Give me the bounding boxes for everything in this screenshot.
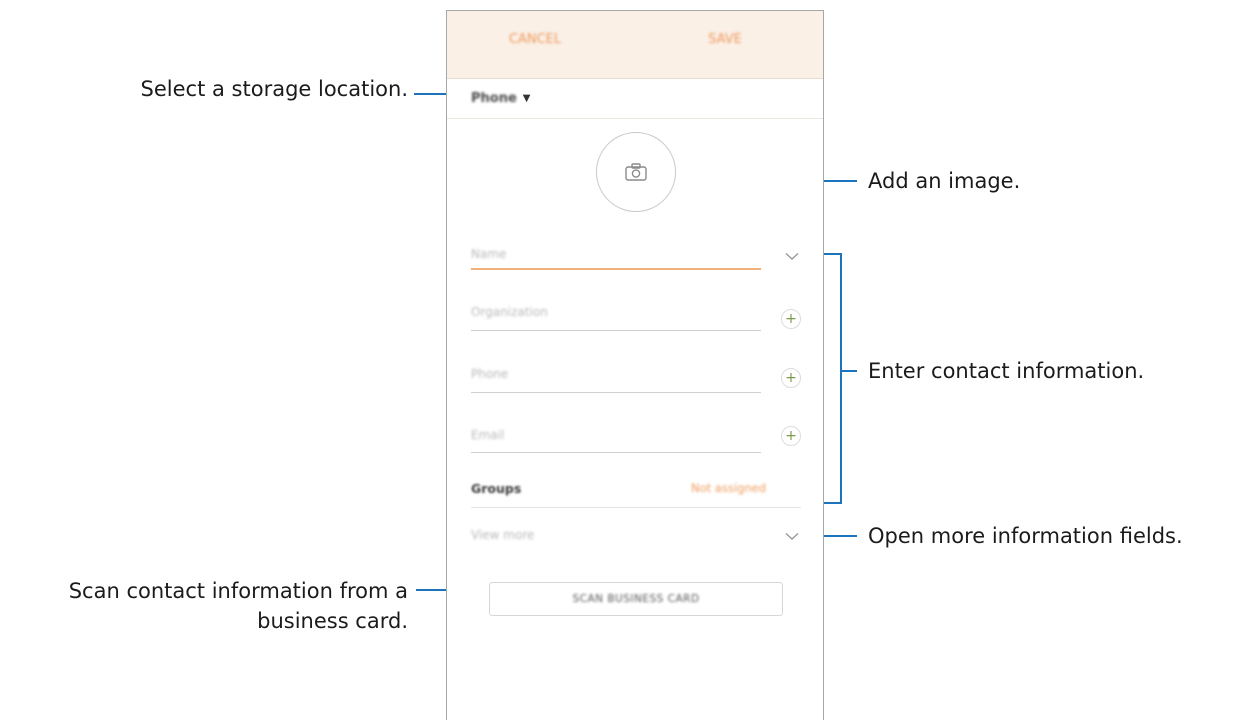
add-phone-plus-icon[interactable]: + <box>781 368 801 388</box>
callout-scan-line1: Scan contact information from a <box>68 579 408 603</box>
add-organization-plus-icon[interactable]: + <box>781 309 801 329</box>
phone-field-underline <box>471 392 761 393</box>
phone-screen: CANCEL SAVE Phone ▼ Name Organization + … <box>446 10 824 720</box>
callout-more-fields: Open more information fields. <box>868 524 1183 548</box>
dropdown-caret-icon: ▼ <box>522 92 531 104</box>
callout-contact-info: Enter contact information. <box>868 359 1145 383</box>
camera-icon <box>625 163 647 181</box>
add-email-plus-icon[interactable]: + <box>781 426 801 446</box>
email-field[interactable]: Email <box>471 428 504 442</box>
groups-label: Groups <box>471 481 522 496</box>
callout-line-contact <box>840 370 857 372</box>
scan-business-card-button[interactable]: SCAN BUSINESS CARD <box>489 582 783 616</box>
save-button[interactable]: SAVE <box>665 32 785 47</box>
phone-field[interactable]: Phone <box>471 367 508 381</box>
chevron-down-icon[interactable] <box>785 252 799 261</box>
divider <box>447 118 823 119</box>
cancel-button[interactable]: CANCEL <box>475 32 595 47</box>
organization-field[interactable]: Organization <box>471 305 548 319</box>
name-field-underline <box>471 268 761 270</box>
add-image-button[interactable] <box>596 132 676 212</box>
storage-location-selector[interactable]: Phone ▼ <box>471 83 531 113</box>
top-action-bar: CANCEL SAVE <box>447 11 823 79</box>
organization-field-underline <box>471 330 761 331</box>
chevron-down-icon[interactable] <box>785 532 799 541</box>
callout-scan-line2: business card. <box>257 609 408 633</box>
view-more-button[interactable]: View more <box>471 528 534 542</box>
groups-value[interactable]: Not assigned <box>691 481 766 495</box>
groups-underline <box>471 507 801 508</box>
callout-image: Add an image. <box>868 169 1021 193</box>
callout-scan: Scan contact information from a business… <box>69 576 408 636</box>
callout-bracket-vertical <box>840 253 842 504</box>
storage-location-label: Phone <box>471 90 517 106</box>
name-field[interactable]: Name <box>471 247 506 261</box>
scan-business-card-label: SCAN BUSINESS CARD <box>572 593 700 605</box>
email-field-underline <box>471 452 761 453</box>
callout-storage: Select a storage location. <box>140 77 408 101</box>
